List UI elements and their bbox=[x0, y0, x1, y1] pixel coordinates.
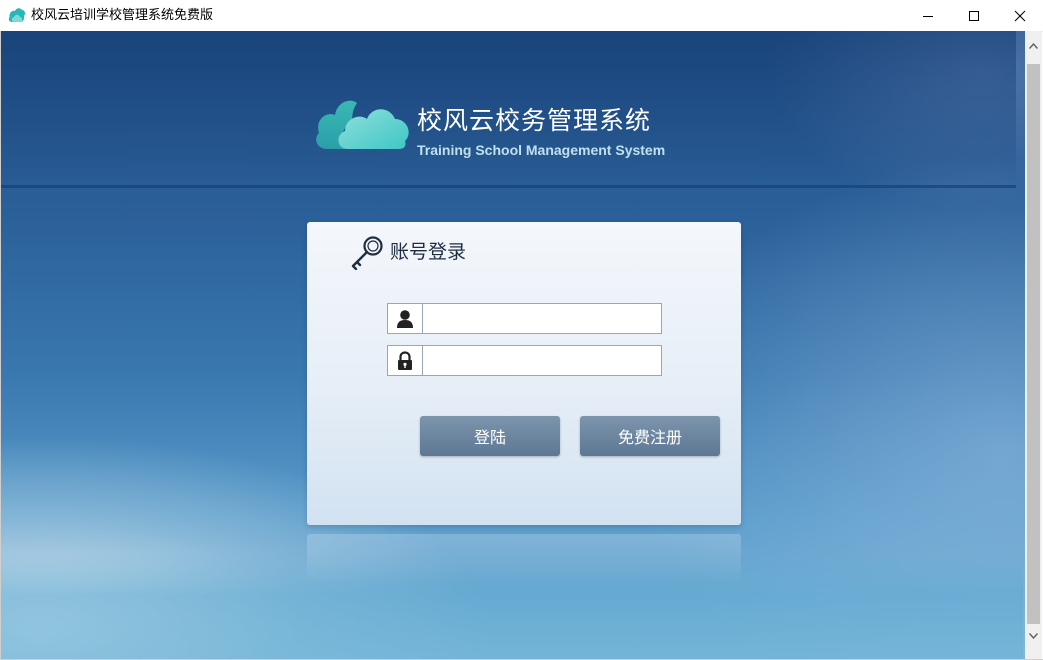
close-icon bbox=[1014, 10, 1026, 21]
login-heading: 账号登录 bbox=[390, 241, 467, 263]
cloud-logo-icon bbox=[8, 8, 26, 22]
key-icon bbox=[351, 236, 383, 270]
password-icon-box bbox=[388, 346, 423, 375]
system-title: 校风云校务管理系统 bbox=[417, 106, 652, 135]
username-field[interactable] bbox=[387, 303, 662, 334]
title-bar[interactable]: 校风云培训学校管理系统免费版 bbox=[0, 0, 1043, 32]
chevron-up-icon bbox=[1029, 43, 1038, 49]
maximize-icon bbox=[969, 10, 979, 21]
scroll-thumb[interactable] bbox=[1027, 64, 1040, 624]
login-button[interactable]: 登陆 bbox=[420, 416, 560, 456]
app-window: 校风云培训学校管理系统免费版 校风云校务管理系统 Training School… bbox=[0, 0, 1043, 660]
vertical-scrollbar[interactable] bbox=[1025, 31, 1042, 660]
username-icon-box bbox=[388, 304, 423, 333]
password-input[interactable] bbox=[423, 346, 659, 375]
system-subtitle: Training School Management System bbox=[417, 142, 666, 158]
scroll-up-button[interactable] bbox=[1025, 39, 1042, 53]
maximize-button[interactable] bbox=[951, 0, 997, 31]
register-button[interactable]: 免费注册 bbox=[580, 416, 720, 456]
username-input[interactable] bbox=[423, 304, 659, 333]
chevron-down-icon bbox=[1029, 633, 1038, 639]
user-icon bbox=[397, 309, 413, 328]
login-panel: 账号登录 登陆 免费注册 bbox=[307, 222, 741, 525]
minimize-button[interactable] bbox=[905, 0, 951, 31]
login-screen: 校风云校务管理系统 Training School Management Sys… bbox=[1, 31, 1025, 659]
cloud-logo-icon bbox=[316, 100, 409, 149]
password-field[interactable] bbox=[387, 345, 662, 376]
scroll-down-button[interactable] bbox=[1025, 629, 1042, 643]
lock-icon bbox=[398, 350, 412, 370]
panel-reflection bbox=[307, 534, 741, 584]
close-button[interactable] bbox=[997, 0, 1043, 31]
window-title: 校风云培训学校管理系统免费版 bbox=[31, 8, 214, 23]
minimize-icon bbox=[923, 15, 933, 17]
